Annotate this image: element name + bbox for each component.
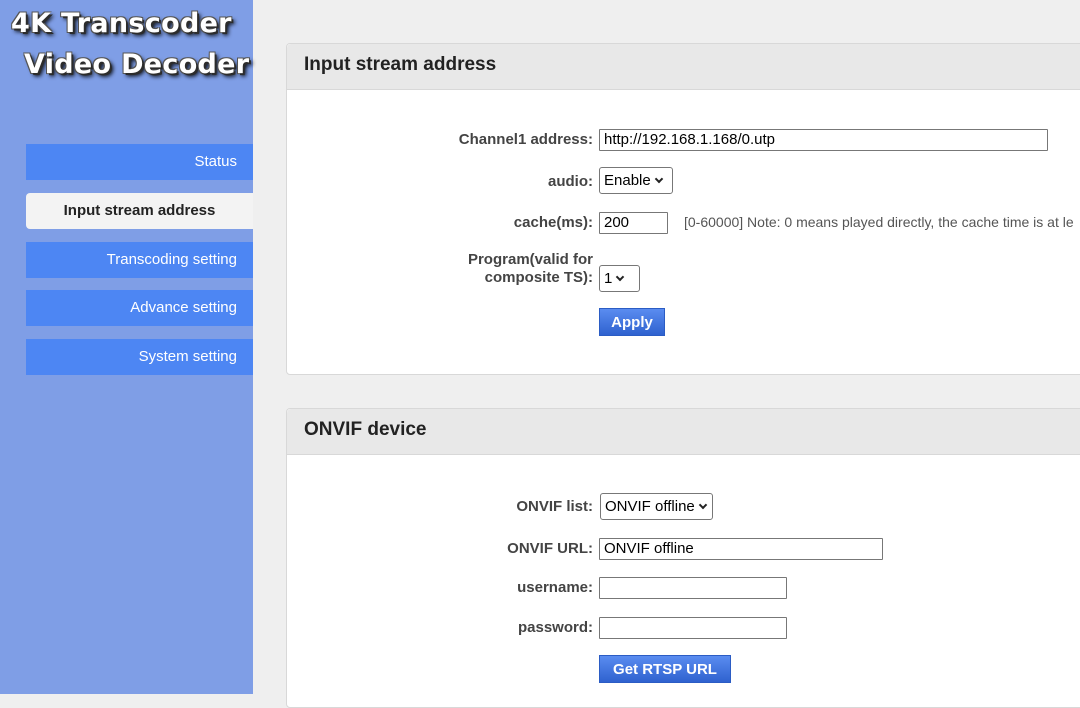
sidebar: 4K Transcoder Video Decoder Status Input…	[0, 0, 253, 694]
sidebar-item-transcoding-setting[interactable]: Transcoding setting	[26, 242, 253, 278]
audio-label: audio:	[548, 173, 593, 190]
program-label-line-2: composite TS):	[484, 269, 593, 286]
cache-input[interactable]: 200	[599, 212, 668, 234]
password-label: password:	[517, 619, 593, 636]
channel1-address-label: Channel1 address:	[458, 131, 593, 148]
sidebar-item-advance-setting[interactable]: Advance setting	[26, 290, 253, 326]
sidebar-item-system-setting[interactable]: System setting	[26, 339, 253, 375]
password-input[interactable]	[599, 617, 787, 639]
sidebar-item-input-stream-address[interactable]: Input stream address	[26, 193, 253, 229]
audio-select[interactable]: Enable	[599, 167, 673, 194]
program-label: Program(valid for composite TS):	[468, 251, 593, 287]
onvif-list-select[interactable]: ONVIF offline	[600, 493, 713, 520]
username-label: username:	[517, 579, 593, 596]
logo-line-2: Video Decoder	[24, 49, 250, 80]
channel1-address-input[interactable]: http://192.168.1.168/0.utp	[599, 129, 1048, 151]
onvif-panel: ONVIF device ONVIF list: ONVIF offline O…	[286, 408, 1080, 708]
input-stream-panel-title: Input stream address	[287, 44, 1080, 90]
cache-hint: [0-60000] Note: 0 means played directly,…	[684, 214, 1074, 230]
cache-label: cache(ms):	[513, 214, 593, 231]
chevron-down-icon	[616, 272, 625, 282]
apply-button[interactable]: Apply	[599, 308, 665, 336]
sidebar-item-status[interactable]: Status	[26, 144, 253, 180]
username-input[interactable]	[599, 577, 787, 599]
logo-line-1: 4K Transcoder	[11, 8, 232, 39]
onvif-panel-title: ONVIF device	[287, 409, 1080, 455]
onvif-url-input[interactable]: ONVIF offline	[599, 538, 883, 560]
onvif-list-select-value: ONVIF offline	[605, 498, 695, 515]
audio-select-value: Enable	[604, 172, 651, 189]
get-rtsp-url-button[interactable]: Get RTSP URL	[599, 655, 731, 683]
input-stream-panel: Input stream address Channel1 address: h…	[286, 43, 1080, 375]
chevron-down-icon	[698, 500, 708, 510]
program-label-line-1: Program(valid for	[467, 251, 593, 268]
onvif-list-label: ONVIF list:	[516, 498, 593, 515]
program-select[interactable]: 1	[599, 265, 640, 292]
onvif-url-label: ONVIF URL:	[507, 540, 593, 557]
chevron-down-icon	[654, 174, 663, 184]
program-select-value: 1	[604, 270, 613, 287]
